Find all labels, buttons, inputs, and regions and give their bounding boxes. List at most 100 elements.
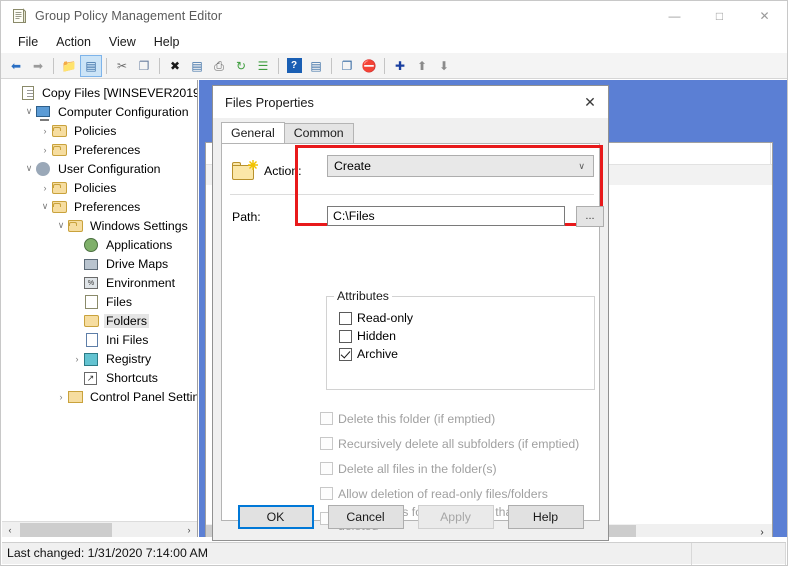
tree-scroll-track[interactable]: [18, 521, 181, 537]
tree-item-ini-files[interactable]: Ini Files: [2, 330, 197, 349]
browse-button[interactable]: ...: [576, 206, 604, 227]
attributes-groupbox: Attributes Read-only Hidden Archive: [326, 289, 595, 390]
checkbox-read-only[interactable]: Read-only: [339, 309, 594, 327]
path-row: Path: C:\Files ...: [232, 206, 604, 228]
chevron-right-icon[interactable]: ›: [38, 126, 52, 136]
tree-item-label: Preferences: [74, 142, 141, 157]
new-window-icon[interactable]: ▤: [305, 55, 327, 77]
checkbox-box[interactable]: [339, 329, 352, 343]
tree-horizontal-scrollbar[interactable]: ‹ ›: [2, 521, 197, 537]
checkbox-archive[interactable]: Archive: [339, 345, 594, 363]
tree-item-policies[interactable]: › Policies: [2, 121, 197, 140]
tree-item-files[interactable]: Files: [2, 292, 197, 311]
list-scroll-right-arrow-icon[interactable]: ›: [754, 524, 770, 537]
help-icon[interactable]: ?: [283, 55, 305, 77]
tree-item-windows-settings[interactable]: ∨ Windows Settings: [2, 216, 197, 235]
maximize-button[interactable]: □: [697, 1, 742, 31]
chevron-down-icon[interactable]: ∨: [38, 201, 52, 212]
view-script-icon[interactable]: ❐: [336, 55, 358, 77]
tree-item-label: Applications: [106, 237, 173, 252]
properties-icon[interactable]: ▤: [186, 55, 208, 77]
tree-item-label: Computer Configuration: [58, 104, 189, 119]
checkbox-box: [320, 462, 333, 475]
tree-item-label: Ini Files: [106, 332, 149, 347]
tree-item-registry[interactable]: › Registry: [2, 349, 197, 368]
checkbox-hidden[interactable]: Hidden: [339, 327, 594, 345]
tree-item-label: Preferences: [74, 199, 141, 214]
back-arrow-icon[interactable]: ⬅: [5, 55, 27, 77]
tree-item-drive-maps[interactable]: Drive Maps: [2, 254, 197, 273]
chevron-right-icon[interactable]: ›: [38, 145, 52, 155]
attributes-checkbox-list: Read-only Hidden Archive: [327, 297, 594, 363]
tree-item-policies[interactable]: › Policies: [2, 178, 197, 197]
status-text: Last changed: 1/31/2020 7:14:00 AM: [2, 542, 692, 565]
print-icon[interactable]: ⎙: [208, 55, 230, 77]
attributes-legend: Attributes: [334, 289, 392, 303]
menu-view[interactable]: View: [100, 33, 145, 51]
show-hide-tree-icon[interactable]: ▤: [80, 54, 102, 77]
tree-item-label: Folders: [104, 313, 150, 328]
close-button[interactable]: ✕: [742, 1, 787, 31]
minimize-button[interactable]: —: [652, 1, 697, 31]
cancel-button[interactable]: Cancel: [327, 505, 404, 529]
toolbar-separator: [106, 57, 107, 74]
tree-item-user-configuration[interactable]: ∨ User Configuration: [2, 159, 197, 178]
menu-action[interactable]: Action: [47, 33, 100, 51]
folders-icon: [84, 313, 100, 329]
shortcuts-icon: ↗: [84, 370, 100, 386]
checkbox-label: Archive: [357, 347, 399, 361]
policy-document-icon: [20, 85, 36, 101]
action-dropdown[interactable]: Create ∨: [327, 155, 594, 177]
dialog-title-bar: Files Properties ✕: [213, 86, 608, 118]
tree-item-copy-files-winsever2019-pan[interactable]: Copy Files [WINSEVER2019.PAN: [2, 83, 197, 102]
move-down-icon[interactable]: ⬇: [433, 55, 455, 77]
tab-general[interactable]: General: [221, 122, 285, 143]
forward-arrow-icon[interactable]: ➡: [27, 55, 49, 77]
tree-item-applications[interactable]: Applications: [2, 235, 197, 254]
menu-file[interactable]: File: [9, 33, 47, 51]
files-properties-dialog: Files Properties ✕ General Common Action:…: [212, 85, 609, 541]
checkbox-box[interactable]: [339, 347, 352, 361]
tree-pane[interactable]: Copy Files [WINSEVER2019.PAN ∨ Computer Co…: [2, 80, 198, 537]
tree-item-computer-configuration[interactable]: ∨ Computer Configuration: [2, 102, 197, 121]
tree-item-label: Copy Files [WINSEVER2019.PAN: [42, 85, 197, 100]
up-folder-icon[interactable]: 📁: [58, 55, 80, 77]
copy-icon[interactable]: ❐: [133, 55, 155, 77]
tree-item-control-panel-setting[interactable]: › Control Panel Setting: [2, 387, 198, 406]
tree-item-folders[interactable]: Folders: [2, 311, 197, 330]
move-up-icon[interactable]: ⬆: [411, 55, 433, 77]
add-icon[interactable]: ✚: [389, 55, 411, 77]
tab-common[interactable]: Common: [283, 123, 354, 143]
chevron-down-icon: ∨: [578, 160, 585, 171]
cut-icon[interactable]: ✂: [111, 55, 133, 77]
refresh-icon[interactable]: ↻: [230, 55, 252, 77]
chevron-right-icon[interactable]: ›: [54, 392, 68, 402]
tree-item-label: Shortcuts: [106, 370, 158, 385]
menu-help[interactable]: Help: [145, 33, 189, 51]
status-segment-2: [692, 542, 786, 565]
tree-item-preferences[interactable]: › Preferences: [2, 140, 197, 159]
delete-icon[interactable]: ✖: [164, 55, 186, 77]
chevron-down-icon[interactable]: ∨: [22, 163, 36, 174]
disable-icon[interactable]: ⛔: [358, 55, 380, 77]
tree-item-label: User Configuration: [58, 161, 161, 176]
tree-item-label: Policies: [74, 180, 117, 195]
chevron-down-icon[interactable]: ∨: [22, 106, 36, 117]
scroll-right-arrow-icon[interactable]: ›: [181, 525, 197, 535]
ok-button[interactable]: OK: [237, 505, 314, 529]
tree-item-shortcuts[interactable]: ↗ Shortcuts: [2, 368, 197, 387]
checkbox-box: [320, 412, 333, 425]
chevron-down-icon[interactable]: ∨: [54, 220, 68, 231]
checkbox-box[interactable]: [339, 311, 352, 325]
tree-item-preferences[interactable]: ∨ Preferences: [2, 197, 197, 216]
path-input[interactable]: C:\Files: [327, 206, 565, 226]
scroll-left-arrow-icon[interactable]: ‹: [2, 525, 18, 535]
chevron-right-icon[interactable]: ›: [70, 354, 84, 364]
help-button[interactable]: Help: [507, 505, 584, 529]
chevron-right-icon[interactable]: ›: [38, 183, 52, 193]
tree-item-environment[interactable]: % Environment: [2, 273, 197, 292]
tree-item-label: Control Panel Setting: [90, 389, 198, 404]
tree-scroll-thumb[interactable]: [20, 522, 112, 537]
export-list-icon[interactable]: ☰: [252, 55, 274, 77]
dialog-close-icon[interactable]: ✕: [572, 87, 608, 118]
